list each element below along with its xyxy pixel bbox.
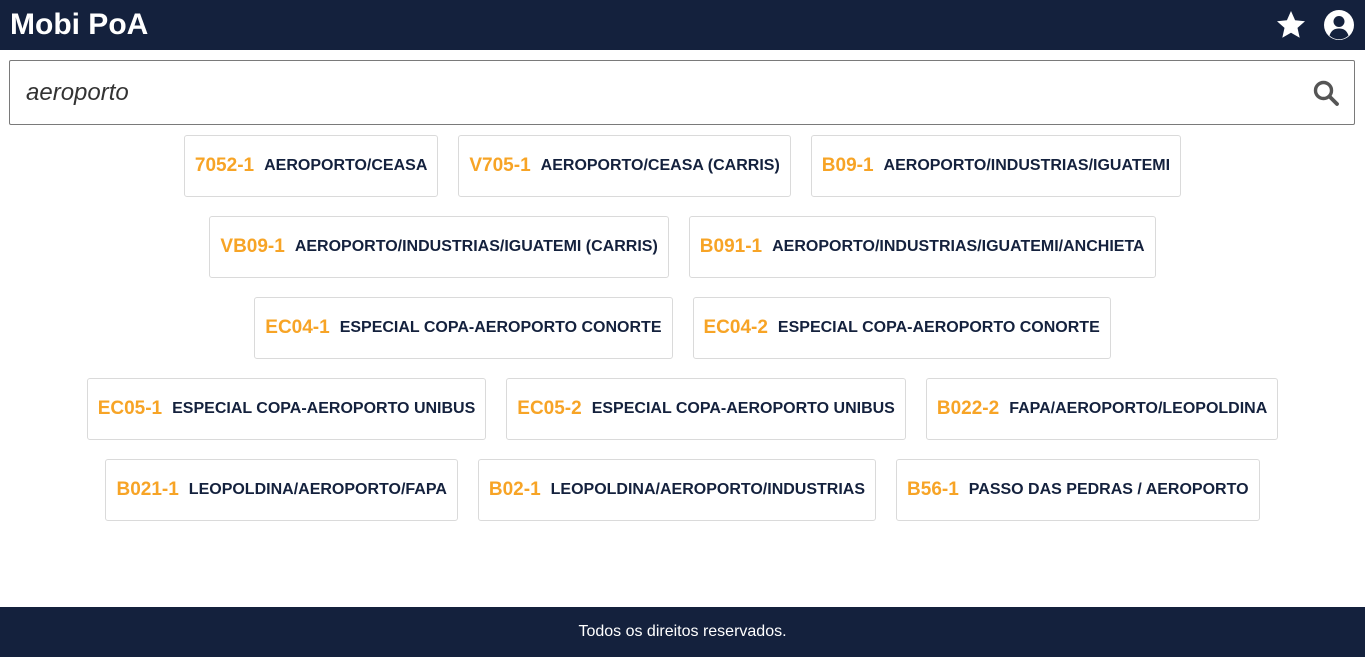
results-row: VB09-1 AEROPORTO/INDUSTRIAS/IGUATEMI (CA… — [0, 216, 1365, 278]
route-name: PASSO DAS PEDRAS / AEROPORTO — [968, 481, 1249, 498]
route-code: B02-1 — [488, 479, 541, 500]
route-card[interactable]: EC04-1 ESPECIAL COPA-AEROPORTO CONORTE — [254, 297, 673, 359]
route-card[interactable]: VB09-1 AEROPORTO/INDUSTRIAS/IGUATEMI (CA… — [209, 216, 669, 278]
results-row: EC04-1 ESPECIAL COPA-AEROPORTO CONORTE E… — [0, 297, 1365, 359]
route-code: VB09-1 — [220, 236, 285, 257]
route-code: B022-2 — [936, 398, 1000, 419]
app-title[interactable]: Mobi PoA — [10, 7, 148, 43]
route-code: B091-1 — [699, 236, 763, 257]
route-card[interactable]: EC04-2 ESPECIAL COPA-AEROPORTO CONORTE — [692, 297, 1111, 359]
route-name: ESPECIAL COPA-AEROPORTO UNIBUS — [172, 400, 476, 417]
footer-text: Todos os direitos reservados. — [578, 623, 787, 640]
route-code: EC05-1 — [97, 398, 163, 419]
search-results: 7052-1 AEROPORTO/CEASA V705-1 AEROPORTO/… — [0, 135, 1365, 540]
route-name: AEROPORTO/CEASA — [264, 157, 428, 174]
results-row: EC05-1 ESPECIAL COPA-AEROPORTO UNIBUS EC… — [0, 378, 1365, 440]
page-footer: Todos os direitos reservados. — [0, 607, 1365, 657]
route-name: ESPECIAL COPA-AEROPORTO CONORTE — [777, 319, 1100, 336]
route-name: FAPA/AEROPORTO/LEOPOLDINA — [1009, 400, 1268, 417]
user-circle-icon[interactable] — [1323, 9, 1355, 41]
route-code: EC05-2 — [517, 398, 582, 419]
route-card[interactable]: V705-1 AEROPORTO/CEASA (CARRIS) — [458, 135, 791, 197]
route-code: EC04-1 — [265, 317, 330, 338]
route-code: B021-1 — [116, 479, 179, 500]
route-card[interactable]: B09-1 AEROPORTO/INDUSTRIAS/IGUATEMI — [810, 135, 1182, 197]
route-card[interactable]: EC05-1 ESPECIAL COPA-AEROPORTO UNIBUS — [86, 378, 487, 440]
route-card[interactable]: EC05-2 ESPECIAL COPA-AEROPORTO UNIBUS — [506, 378, 906, 440]
route-name: AEROPORTO/INDUSTRIAS/IGUATEMI (CARRIS) — [294, 238, 658, 255]
route-name: LEOPOLDINA/AEROPORTO/FAPA — [188, 481, 447, 498]
route-name: ESPECIAL COPA-AEROPORTO CONORTE — [339, 319, 662, 336]
route-code: V705-1 — [469, 155, 531, 176]
star-icon[interactable] — [1275, 9, 1307, 41]
route-name: AEROPORTO/CEASA (CARRIS) — [540, 157, 780, 174]
route-card[interactable]: B02-1 LEOPOLDINA/AEROPORTO/INDUSTRIAS — [477, 459, 877, 521]
search-bar — [9, 60, 1355, 125]
route-code: EC04-2 — [703, 317, 768, 338]
route-name: AEROPORTO/INDUSTRIAS/IGUATEMI/ANCHIETA — [772, 238, 1145, 255]
app-header: Mobi PoA — [0, 0, 1365, 50]
route-name: ESPECIAL COPA-AEROPORTO UNIBUS — [591, 400, 895, 417]
route-card[interactable]: B021-1 LEOPOLDINA/AEROPORTO/FAPA — [105, 459, 458, 521]
search-icon[interactable] — [1312, 79, 1340, 107]
route-code: B56-1 — [907, 479, 959, 500]
results-row: 7052-1 AEROPORTO/CEASA V705-1 AEROPORTO/… — [0, 135, 1365, 197]
route-card[interactable]: B56-1 PASSO DAS PEDRAS / AEROPORTO — [896, 459, 1260, 521]
search-input[interactable] — [26, 61, 1296, 124]
route-card[interactable]: B022-2 FAPA/AEROPORTO/LEOPOLDINA — [925, 378, 1279, 440]
route-code: B09-1 — [821, 155, 874, 176]
route-name: LEOPOLDINA/AEROPORTO/INDUSTRIAS — [550, 481, 866, 498]
route-name: AEROPORTO/INDUSTRIAS/IGUATEMI — [883, 157, 1171, 174]
results-row: B021-1 LEOPOLDINA/AEROPORTO/FAPA B02-1 L… — [0, 459, 1365, 521]
route-code: 7052-1 — [194, 155, 255, 176]
route-card[interactable]: 7052-1 AEROPORTO/CEASA — [183, 135, 439, 197]
route-card[interactable]: B091-1 AEROPORTO/INDUSTRIAS/IGUATEMI/ANC… — [688, 216, 1156, 278]
